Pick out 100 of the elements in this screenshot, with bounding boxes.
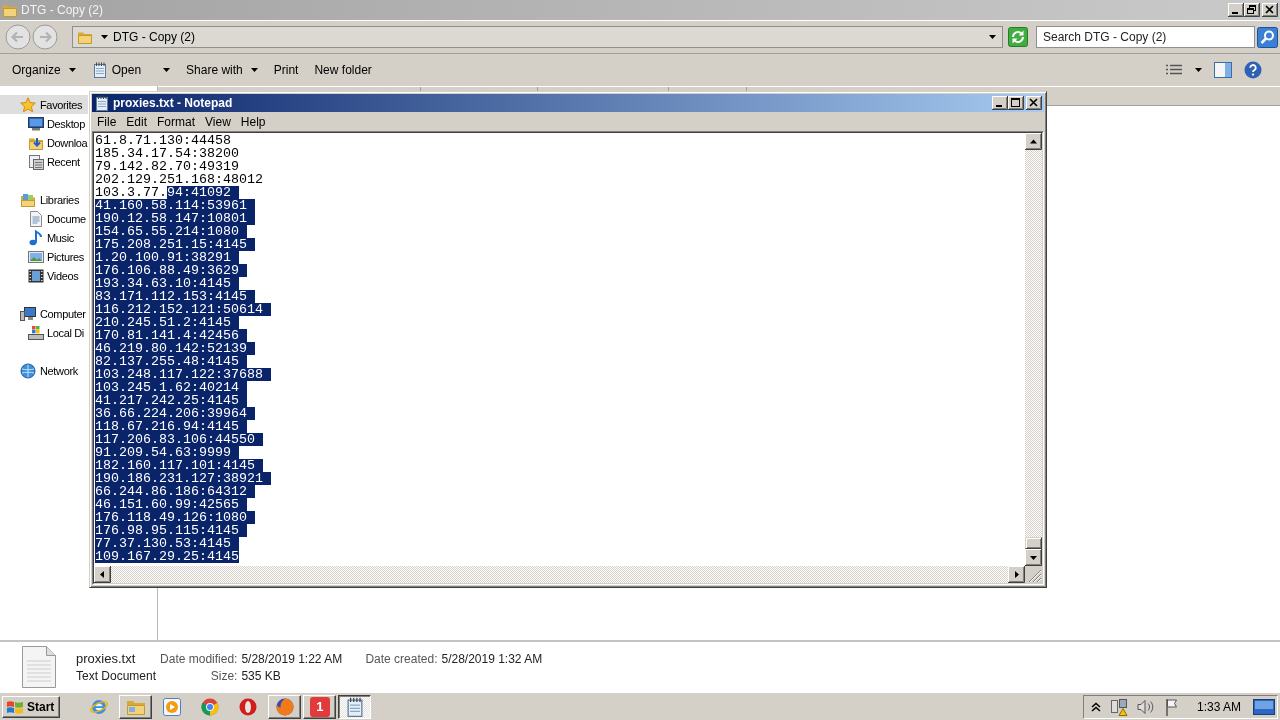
nav-item[interactable]: Local Di <box>0 323 88 342</box>
maximize-icon[interactable] <box>1008 96 1024 110</box>
vertical-scrollbar[interactable] <box>1025 133 1042 566</box>
star-icon <box>20 96 36 113</box>
flag-icon[interactable] <box>1163 697 1180 716</box>
text-line: 79.142.82.70:49319 <box>95 160 239 173</box>
selected-text: 176.106.88.49:3629 <box>95 264 247 277</box>
preview-pane-icon[interactable] <box>1214 62 1232 78</box>
selected-text: 91.209.54.63:9999 <box>95 446 239 459</box>
refresh-icon[interactable] <box>1008 27 1028 47</box>
selected-text: 41.160.58.114:53961 <box>95 199 255 212</box>
selected-text: 103.248.117.122:37688 <box>95 368 271 381</box>
left-arrow-icon[interactable] <box>94 566 111 583</box>
window-title: proxies.txt - Notepad <box>113 96 234 110</box>
nav-item[interactable]: Pictures <box>0 247 88 266</box>
menu-item[interactable]: View <box>200 113 236 130</box>
caret-icon <box>68 68 76 72</box>
selected-text: 170.81.141.4:42456 <box>95 329 247 342</box>
minimize-icon[interactable] <box>992 96 1008 110</box>
selected-text: 94:41092 <box>167 186 239 199</box>
property-value: 5/28/2019 1:22 AM <box>241 652 344 666</box>
selected-text: 36.66.224.206:39964 <box>95 407 255 420</box>
selected-text: 193.34.63.10:4145 <box>95 277 239 290</box>
selected-text: 1.20.100.91:38291 <box>95 251 239 264</box>
selected-text: 103.245.1.62:40214 <box>95 381 247 394</box>
address-field[interactable]: DTG - Copy (2) <box>72 26 1003 48</box>
nav-item[interactable]: Downloa <box>0 133 88 152</box>
nav-item[interactable]: Favorites <box>0 95 88 114</box>
search-field[interactable]: Search DTG - Copy (2) <box>1036 26 1255 48</box>
selected-text: 190.186.231.127:38921 <box>95 472 271 485</box>
nav-item[interactable]: Music <box>0 228 88 247</box>
menu-item[interactable]: File <box>92 113 122 130</box>
selected-text: 83.171.112.153:4145 <box>95 290 255 303</box>
selected-text: 109.167.29.25:4145 <box>95 550 239 563</box>
property-value: 5/28/2019 1:32 AM <box>441 652 543 666</box>
speaker-icon[interactable] <box>1136 697 1155 716</box>
taskbar-button[interactable]: 1 <box>303 694 337 719</box>
selected-text: 46.151.60.99:42565 <box>95 498 247 511</box>
menu-button[interactable]: Share with <box>186 58 258 82</box>
address-path: DTG - Copy (2) <box>113 30 196 44</box>
toolbar-button[interactable]: Print <box>273 58 299 82</box>
documents-stack-icon <box>28 153 44 170</box>
minimize-icon[interactable] <box>1228 3 1244 17</box>
text-line: 202.129.251.168:48012 <box>95 173 263 186</box>
nav-item[interactable]: Network <box>0 361 88 380</box>
selected-text: 175.208.251.15:4145 <box>95 238 255 251</box>
right-arrow-icon[interactable] <box>1008 566 1025 583</box>
selected-text: 154.65.55.214:1080 <box>95 225 247 238</box>
selected-text: 176.98.95.115:4145 <box>95 524 247 537</box>
toolbar-button[interactable]: New folder <box>314 58 372 82</box>
split-button[interactable]: Open <box>91 58 171 82</box>
fox-globe-icon[interactable] <box>274 696 295 717</box>
caret-icon <box>163 68 171 72</box>
desktop-icon <box>28 115 44 132</box>
selected-text: 118.67.216.94:4145 <box>95 420 247 433</box>
nav-item[interactable]: Computer <box>0 304 88 323</box>
search-icon[interactable] <box>1257 26 1278 48</box>
scroll-thumb[interactable] <box>1025 537 1042 549</box>
notepad-icon[interactable] <box>344 696 365 717</box>
text-area[interactable] <box>94 133 1025 566</box>
caret-icon <box>250 68 258 72</box>
text-line: 61.8.71.130:44458 <box>95 134 231 147</box>
close-icon[interactable] <box>1026 96 1042 110</box>
network-warning-icon[interactable] <box>1109 697 1128 716</box>
selected-text: 117.206.83.106:44550 <box>95 433 263 446</box>
film-icon <box>28 267 44 284</box>
nav-item[interactable]: Videos <box>0 266 88 285</box>
up-arrow-icon[interactable] <box>1025 133 1042 150</box>
horizontal-scrollbar[interactable] <box>94 566 1025 583</box>
taskbar-button[interactable] <box>338 694 372 719</box>
close-icon[interactable] <box>1262 3 1278 17</box>
property-label: Size: <box>209 669 238 683</box>
text-file-icon <box>22 646 56 688</box>
caret-icon[interactable] <box>1195 68 1202 72</box>
selected-text: 66.244.86.186:64312 <box>95 485 255 498</box>
view-list-icon[interactable] <box>1165 63 1183 77</box>
file-name: proxies.txt <box>76 651 137 666</box>
menu-item[interactable]: Edit <box>121 113 153 130</box>
file-type: Text Document <box>76 669 157 683</box>
clock: 1:33 AM <box>1196 699 1241 714</box>
selected-text: 190.12.58.147:10801 <box>95 212 255 225</box>
help-icon[interactable] <box>1244 61 1262 79</box>
nav-item[interactable]: Docume <box>0 209 88 228</box>
menu-item[interactable]: Help <box>235 113 271 130</box>
caret-icon <box>101 35 108 39</box>
globe-icon <box>20 362 36 379</box>
show-desktop-icon[interactable] <box>1253 697 1275 716</box>
text-line: 103.3.77. <box>95 186 167 199</box>
nav-item[interactable]: Libraries <box>0 190 88 209</box>
caret-icon[interactable] <box>989 35 996 39</box>
nav-item[interactable]: Recent <box>0 152 88 171</box>
text-line: 185.34.17.54:38200 <box>95 147 239 160</box>
selected-text: 46.219.80.142:52139 <box>95 342 255 355</box>
restore-icon[interactable] <box>1244 3 1260 17</box>
menu-button[interactable]: Organize <box>12 58 76 82</box>
menu-item[interactable]: Format <box>152 113 201 130</box>
nav-item[interactable]: Desktop <box>0 114 88 133</box>
start-button[interactable]: Start <box>2 695 61 718</box>
chevron-up-icon[interactable] <box>1090 701 1101 712</box>
down-arrow-icon[interactable] <box>1025 549 1042 566</box>
